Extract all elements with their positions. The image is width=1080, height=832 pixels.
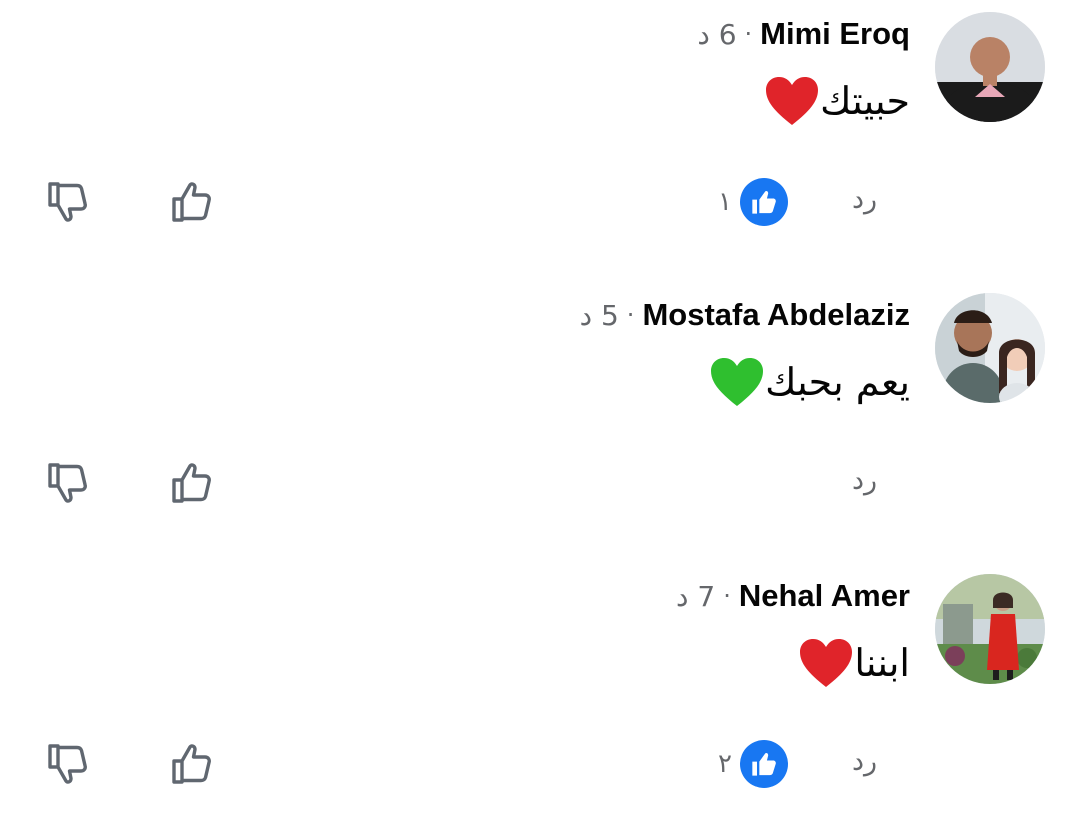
timestamp: 5 د: [579, 298, 619, 332]
thumbs-up-outline-icon[interactable]: [170, 461, 214, 505]
reaction-summary[interactable]: ١: [718, 178, 788, 226]
comment-meta: 6 د · Mimi Eroq: [697, 14, 910, 54]
thumbs-down-outline-icon[interactable]: [46, 742, 90, 786]
comment-text: يعم بحبك: [765, 360, 910, 404]
separator-dot: ·: [744, 20, 753, 48]
avatar[interactable]: [935, 293, 1045, 403]
author-name[interactable]: Mostafa Abdelaziz: [642, 297, 910, 333]
timestamp: 6 د: [697, 17, 737, 51]
comment-text: ابننا: [854, 641, 910, 685]
like-badge-icon: [739, 740, 788, 788]
comment-1: 6 د · Mimi Eroq حبيتك رد ١: [0, 0, 1080, 270]
avatar[interactable]: [935, 574, 1045, 684]
comment-text: حبيتك: [820, 79, 910, 123]
comment-body: ابننا: [784, 628, 910, 698]
red-heart-icon: [798, 637, 854, 689]
comment-2: 5 د · Mostafa Abdelaziz يعم بحبك رد: [0, 281, 1080, 551]
author-name[interactable]: Nehal Amer: [739, 578, 910, 614]
separator-dot: ·: [723, 582, 731, 610]
comment-body: يعم بحبك: [695, 347, 910, 417]
separator-dot: ·: [626, 301, 635, 329]
green-heart-icon: [709, 356, 765, 408]
reaction-summary[interactable]: ٢: [718, 740, 788, 788]
comment-meta: 7 د · Nehal Amer: [676, 576, 910, 616]
thumbs-down-outline-icon[interactable]: [46, 180, 90, 224]
reply-button[interactable]: رد: [852, 746, 877, 777]
reply-button[interactable]: رد: [852, 465, 877, 496]
timestamp: 7 د: [676, 579, 716, 613]
author-name[interactable]: Mimi Eroq: [760, 16, 910, 52]
reaction-count: ٢: [718, 749, 732, 779]
comment-meta: 5 د · Mostafa Abdelaziz: [580, 295, 910, 335]
thumbs-up-outline-icon[interactable]: [170, 180, 214, 224]
thumbs-up-outline-icon[interactable]: [170, 742, 214, 786]
reaction-count: ١: [718, 187, 732, 217]
avatar[interactable]: [935, 12, 1045, 122]
comment-body: حبيتك: [750, 66, 910, 136]
like-badge-icon: [739, 178, 788, 226]
comment-3: 7 د · Nehal Amer ابننا رد ٢: [0, 562, 1080, 832]
red-heart-icon: [764, 75, 820, 127]
thumbs-down-outline-icon[interactable]: [46, 461, 90, 505]
reply-button[interactable]: رد: [852, 184, 877, 215]
